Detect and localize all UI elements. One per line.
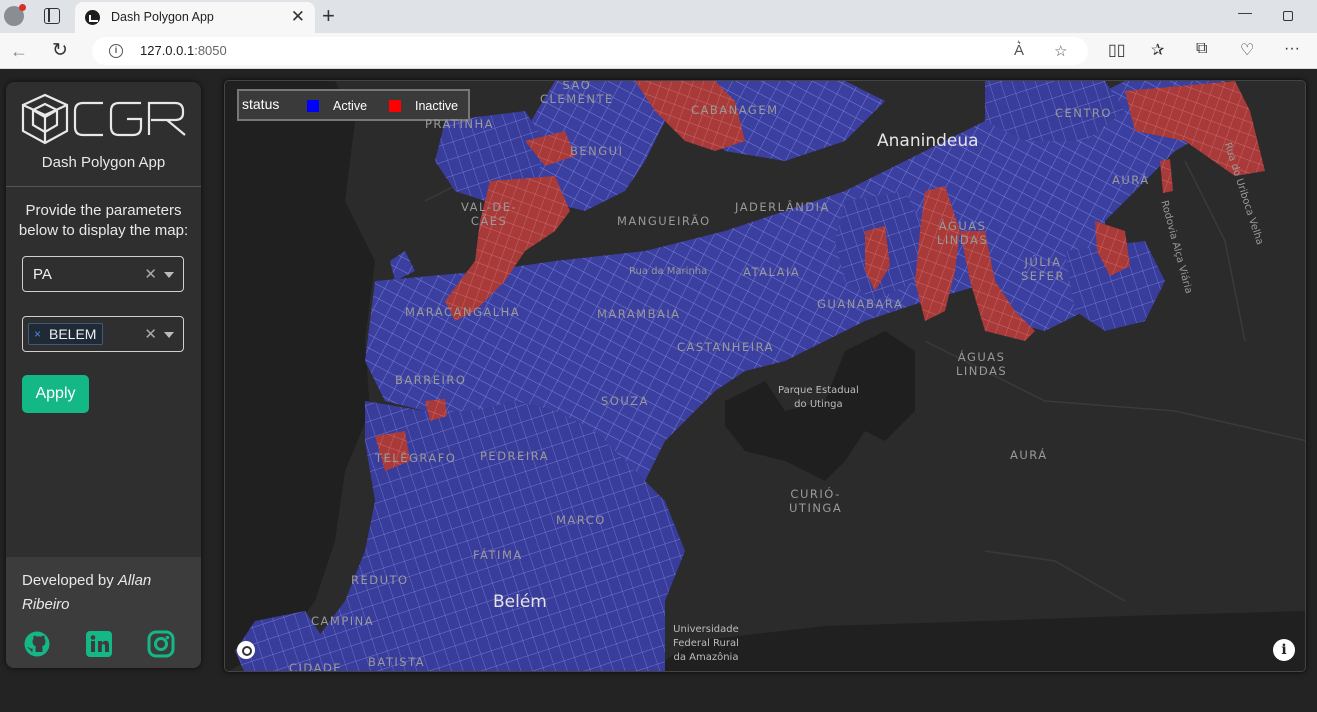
minimize-icon[interactable]: —: [1238, 4, 1252, 20]
map-label: ATALAIA: [743, 265, 801, 279]
map-label: MARAMBAIA: [597, 307, 681, 321]
map-label: Belém: [493, 592, 547, 612]
clear-icon[interactable]: ✕: [144, 265, 157, 283]
map-label: AURÁ: [1112, 173, 1150, 187]
map-label: ÁGUAS LINDAS: [956, 350, 1008, 378]
instructions-text: Provide the parameters below to display …: [18, 202, 189, 239]
url-field[interactable]: i 127.0.0.1:8050 A͛ ☆: [92, 37, 1088, 65]
map-view[interactable]: status Active Inactive SÃO CLEMENTE PRAT…: [224, 80, 1306, 672]
map-label: Universidade Federal Rural da Amazônia: [673, 624, 739, 663]
linkedin-icon[interactable]: [85, 630, 113, 658]
map-label: TELÉGRAFO: [375, 451, 457, 465]
map-label: JÚLIA SEFER: [1021, 255, 1065, 283]
map-label: PEDREIRA: [480, 449, 550, 463]
sidebar-footer: Developed by Allan Ribeiro: [6, 557, 201, 668]
collections-icon[interactable]: ⧉: [1196, 40, 1207, 58]
new-tab-icon[interactable]: +: [322, 3, 335, 29]
map-label: CASTANHEIRA: [677, 340, 774, 354]
map-label: VAL-DE- CÃES: [461, 200, 518, 228]
map-label: AURÁ: [1010, 448, 1048, 462]
map-label: CABANAGEM: [691, 103, 779, 117]
map-label: MANGUEIRÃO: [617, 214, 711, 228]
clear-icon[interactable]: ✕: [144, 325, 157, 343]
reload-icon[interactable]: ↻: [52, 39, 68, 63]
favorite-star-icon[interactable]: ☆: [1054, 42, 1067, 60]
back-icon[interactable]: ←: [10, 39, 28, 63]
favorites-icon[interactable]: ✰: [1151, 40, 1164, 60]
map-label: BATISTA: [368, 655, 426, 669]
tab-title: Dash Polygon App: [111, 10, 214, 24]
map-label: MARACANGALHA: [405, 305, 521, 319]
favicon-icon: [85, 10, 100, 25]
state-select[interactable]: PA ✕: [22, 256, 184, 292]
city-chip-label: BELEM: [49, 326, 97, 342]
city-chip: × BELEM: [28, 323, 104, 345]
map-label: CAMPINA: [311, 614, 375, 628]
map-label: BARREIRO: [395, 373, 467, 387]
map-label: Rua da Marinha: [629, 266, 708, 277]
github-icon[interactable]: [23, 630, 51, 658]
map-label: REDUTO: [351, 573, 409, 587]
browser-essentials-icon[interactable]: ♡: [1240, 40, 1254, 60]
map-label: CURIÓ- UTINGA: [789, 487, 843, 515]
tab-actions-icon[interactable]: [44, 8, 60, 24]
remove-chip-icon[interactable]: ×: [34, 324, 41, 344]
legend-item-active[interactable]: Active: [333, 99, 367, 113]
legend-swatch-active[interactable]: [307, 100, 319, 112]
map-label: CENTRO: [1055, 106, 1112, 120]
map-label: SÃO CLEMENTE: [540, 80, 614, 106]
site-info-icon[interactable]: i: [109, 44, 123, 58]
map-label: BENGUI: [570, 144, 624, 158]
address-bar: ← ↻ i 127.0.0.1:8050 A͛ ☆ ▯▯ ✰ ⧉ ♡ ···: [0, 33, 1317, 69]
maximize-icon[interactable]: [1283, 11, 1293, 21]
state-select-value: PA: [33, 266, 52, 283]
close-tab-icon[interactable]: ✕: [291, 7, 305, 27]
browser-tab-bar: Dash Polygon App ✕ + —: [0, 0, 1317, 33]
app-title: Dash Polygon App: [41, 154, 166, 171]
more-menu-icon[interactable]: ···: [1284, 40, 1300, 58]
sidebar: Dash Polygon App Provide the parameters …: [6, 82, 201, 668]
profile-icon[interactable]: [4, 4, 26, 26]
map-label: Ananindeua: [877, 131, 979, 151]
app-root: Dash Polygon App Provide the parameters …: [0, 70, 1317, 712]
instagram-icon[interactable]: [147, 630, 175, 658]
url-text: 127.0.0.1:8050: [140, 43, 227, 58]
browser-tab[interactable]: Dash Polygon App ✕: [75, 2, 315, 33]
legend-title: status: [242, 96, 280, 112]
developer-credit: Developed by Allan Ribeiro: [22, 572, 152, 613]
cgr-logo: [21, 93, 186, 145]
map-label: Parque Estadual do Utinga: [778, 385, 859, 410]
map-label: ÁGUAS LINDAS: [937, 219, 989, 247]
chevron-down-icon[interactable]: [164, 332, 174, 338]
attribution-info-icon[interactable]: i: [1273, 639, 1295, 661]
map-label: JADERLÂNDIA: [735, 200, 830, 214]
apply-button[interactable]: Apply: [22, 375, 89, 413]
legend-item-inactive[interactable]: Inactive: [415, 99, 458, 113]
city-select[interactable]: × BELEM ✕: [22, 316, 184, 352]
split-screen-icon[interactable]: ▯▯: [1108, 40, 1126, 60]
chevron-down-icon[interactable]: [164, 272, 174, 278]
mapbox-logo-icon[interactable]: [237, 641, 255, 659]
map-label: FÁTIMA: [473, 548, 523, 562]
read-aloud-icon[interactable]: A͛: [1014, 42, 1024, 59]
map-label: CIDADE: [289, 661, 343, 672]
legend-swatch-inactive[interactable]: [389, 100, 401, 112]
map-label: MARCO: [556, 513, 606, 527]
map-label: PRATINHA: [425, 117, 494, 131]
sidebar-divider: [6, 186, 201, 187]
map-label: GUANABARA: [817, 297, 904, 311]
map-label: SOUZA: [601, 394, 649, 408]
